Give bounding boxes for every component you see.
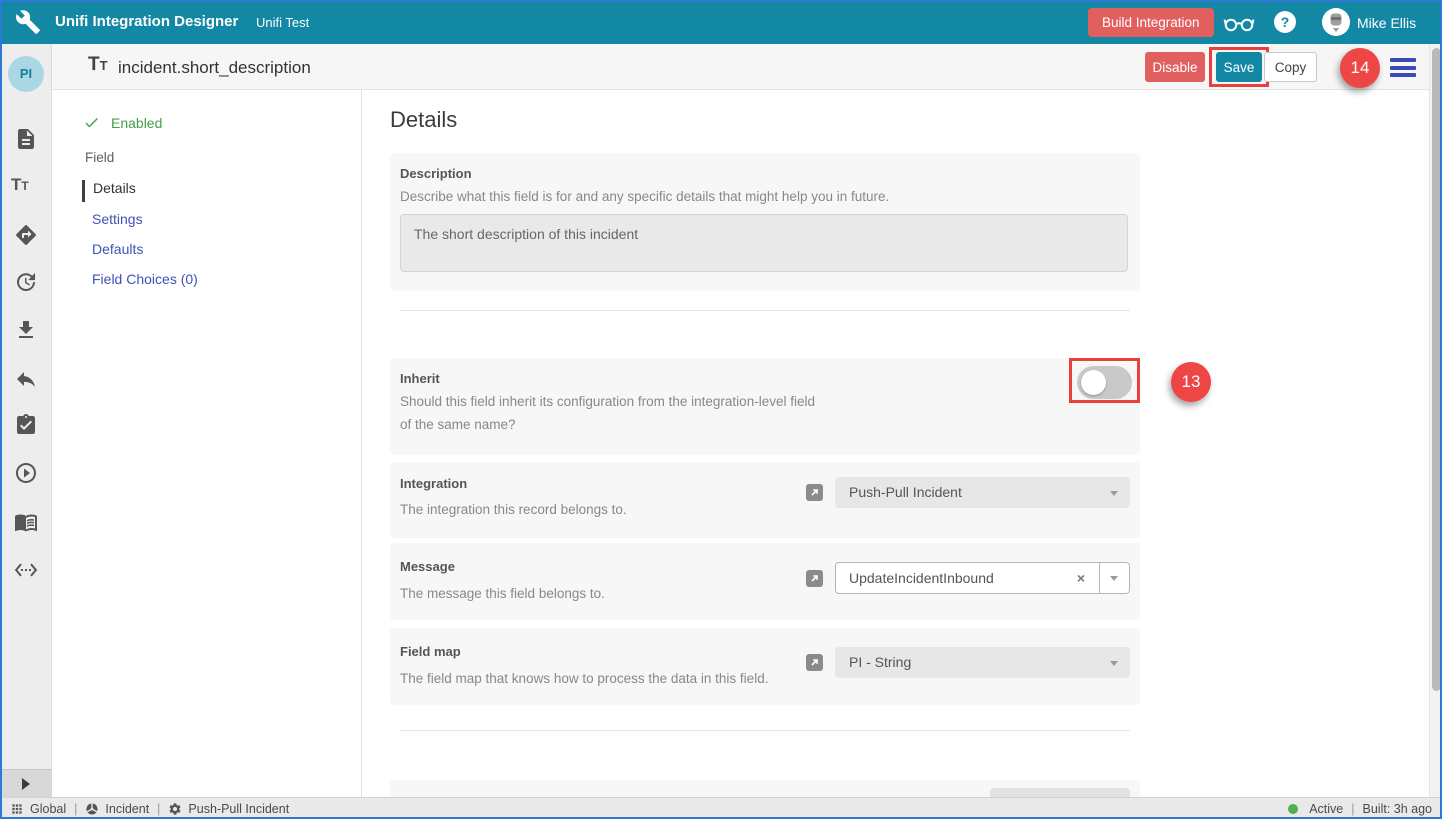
app-title: Unifi Integration Designer xyxy=(55,13,238,30)
build-integration-button[interactable]: Build Integration xyxy=(1088,8,1214,37)
menu-icon[interactable] xyxy=(1390,58,1416,77)
play-circle-icon[interactable] xyxy=(14,461,38,485)
dropdown-toggle[interactable] xyxy=(1099,563,1129,593)
vertical-scrollbar[interactable] xyxy=(1429,44,1442,797)
field-map-label: Field map xyxy=(400,644,461,659)
top-navbar: Unifi Integration Designer Unifi Test Bu… xyxy=(0,0,1442,44)
document-icon[interactable] xyxy=(14,127,38,151)
application-item[interactable]: Incident xyxy=(85,802,149,816)
gear-icon xyxy=(168,802,182,816)
nav-section-field: Field xyxy=(85,150,114,165)
inherit-help-line1: Should this field inherit its configurat… xyxy=(400,394,815,409)
field-map-value: PI - String xyxy=(849,654,911,670)
separator: | xyxy=(157,802,160,816)
field-map-field-group: Field map The field map that knows how t… xyxy=(390,628,1140,705)
open-reference-icon[interactable] xyxy=(806,484,823,501)
incident-wheel-icon xyxy=(85,802,99,816)
separator: | xyxy=(1351,802,1354,816)
preview-glasses-icon[interactable] xyxy=(1222,10,1256,34)
user-avatar[interactable] xyxy=(1322,8,1350,36)
text-fields-icon[interactable]: TT xyxy=(11,175,29,195)
scope-label: Global xyxy=(30,802,66,816)
separator: | xyxy=(74,802,77,816)
open-reference-icon[interactable] xyxy=(806,570,823,587)
user-name[interactable]: Mike Ellis xyxy=(1357,15,1416,31)
scrollbar-thumb[interactable] xyxy=(1432,48,1441,691)
built-label: Built: 3h ago xyxy=(1363,802,1433,816)
copy-button[interactable]: Copy xyxy=(1264,52,1317,82)
application-label: Incident xyxy=(105,802,149,816)
inherit-field-group: Inherit Should this field inherit its co… xyxy=(390,358,1140,455)
inherit-label: Inherit xyxy=(400,371,440,386)
description-field-group: Description Describe what this field is … xyxy=(390,153,1140,291)
field-map-help: The field map that knows how to process … xyxy=(400,671,768,686)
message-value: UpdateIncidentInbound xyxy=(849,570,994,586)
message-field-group: Message The message this field belongs t… xyxy=(390,543,1140,620)
description-textarea: The short description of this incident xyxy=(400,214,1128,272)
unifi-integration-designer-window: Unifi Integration Designer Unifi Test Bu… xyxy=(0,0,1442,819)
chevron-right-icon xyxy=(22,778,30,790)
icon-rail: PI TT xyxy=(0,44,52,797)
details-heading: Details xyxy=(390,107,457,133)
scope-item[interactable]: Global xyxy=(10,802,66,816)
enabled-status: Enabled xyxy=(83,114,162,131)
clear-icon[interactable]: × xyxy=(1077,570,1085,586)
status-label: Active xyxy=(1309,802,1343,816)
person-glasses-icon xyxy=(1324,11,1348,35)
status-bar: Global | Incident | Push-Pull Incident A… xyxy=(0,797,1442,819)
integration-field-group: Integration The integration this record … xyxy=(390,462,1140,538)
check-icon xyxy=(83,114,100,131)
status-dot-icon xyxy=(1288,804,1298,814)
tasks-icon[interactable] xyxy=(14,413,38,437)
text-field-type-icon: TT xyxy=(88,54,108,76)
download-icon[interactable] xyxy=(14,318,38,342)
save-button[interactable]: Save xyxy=(1216,52,1262,82)
inherit-help-line2: of the same name? xyxy=(400,417,516,432)
message-label: Message xyxy=(400,559,455,574)
enabled-label: Enabled xyxy=(111,115,162,131)
annotation-14-badge: 14 xyxy=(1340,48,1380,88)
record-header: TT incident.short_description Disable Sa… xyxy=(52,44,1442,90)
integration-label: Push-Pull Incident xyxy=(188,802,289,816)
section-divider xyxy=(400,310,1130,311)
nav-item-details[interactable]: Details xyxy=(82,180,136,202)
annotation-box-toggle xyxy=(1069,358,1140,403)
docs-book-icon[interactable] xyxy=(14,510,38,534)
description-help: Describe what this field is for and any … xyxy=(400,189,889,204)
help-icon[interactable]: ? xyxy=(1274,11,1296,33)
message-help: The message this field belongs to. xyxy=(400,586,605,601)
code-icon[interactable] xyxy=(14,558,38,582)
environment-name: Unifi Test xyxy=(256,15,309,30)
update-icon[interactable] xyxy=(14,270,38,294)
nav-item-field-choices[interactable]: Field Choices (0) xyxy=(92,271,198,293)
chevron-down-icon xyxy=(1110,576,1118,581)
sidebar-collapse-button[interactable] xyxy=(0,769,52,797)
grid-icon xyxy=(10,802,24,816)
nav-item-defaults[interactable]: Defaults xyxy=(92,241,143,263)
integration-help: The integration this record belongs to. xyxy=(400,502,627,517)
integration-label: Integration xyxy=(400,476,467,491)
nav-item-settings[interactable]: Settings xyxy=(92,211,143,233)
field-map-select: PI - String xyxy=(835,647,1130,678)
disable-button[interactable]: Disable xyxy=(1145,52,1205,82)
integration-value: Push-Pull Incident xyxy=(849,484,962,500)
page-title: incident.short_description xyxy=(118,58,311,78)
annotation-13-badge: 13 xyxy=(1171,362,1211,402)
directions-icon[interactable] xyxy=(14,223,38,247)
chevron-down-icon xyxy=(1110,661,1118,666)
integration-select: Push-Pull Incident xyxy=(835,477,1130,508)
wrench-icon xyxy=(15,9,41,35)
active-status: Active xyxy=(1288,802,1343,816)
integration-item[interactable]: Push-Pull Incident xyxy=(168,802,289,816)
reply-icon[interactable] xyxy=(14,367,38,391)
chevron-down-icon xyxy=(1110,491,1118,496)
integration-avatar[interactable]: PI xyxy=(8,56,44,92)
record-nav-panel: Enabled Field Details Settings Defaults … xyxy=(52,90,362,797)
message-combobox[interactable]: UpdateIncidentInbound × xyxy=(835,562,1130,594)
description-label: Description xyxy=(400,166,472,181)
open-reference-icon[interactable] xyxy=(806,654,823,671)
section-divider xyxy=(400,730,1130,731)
